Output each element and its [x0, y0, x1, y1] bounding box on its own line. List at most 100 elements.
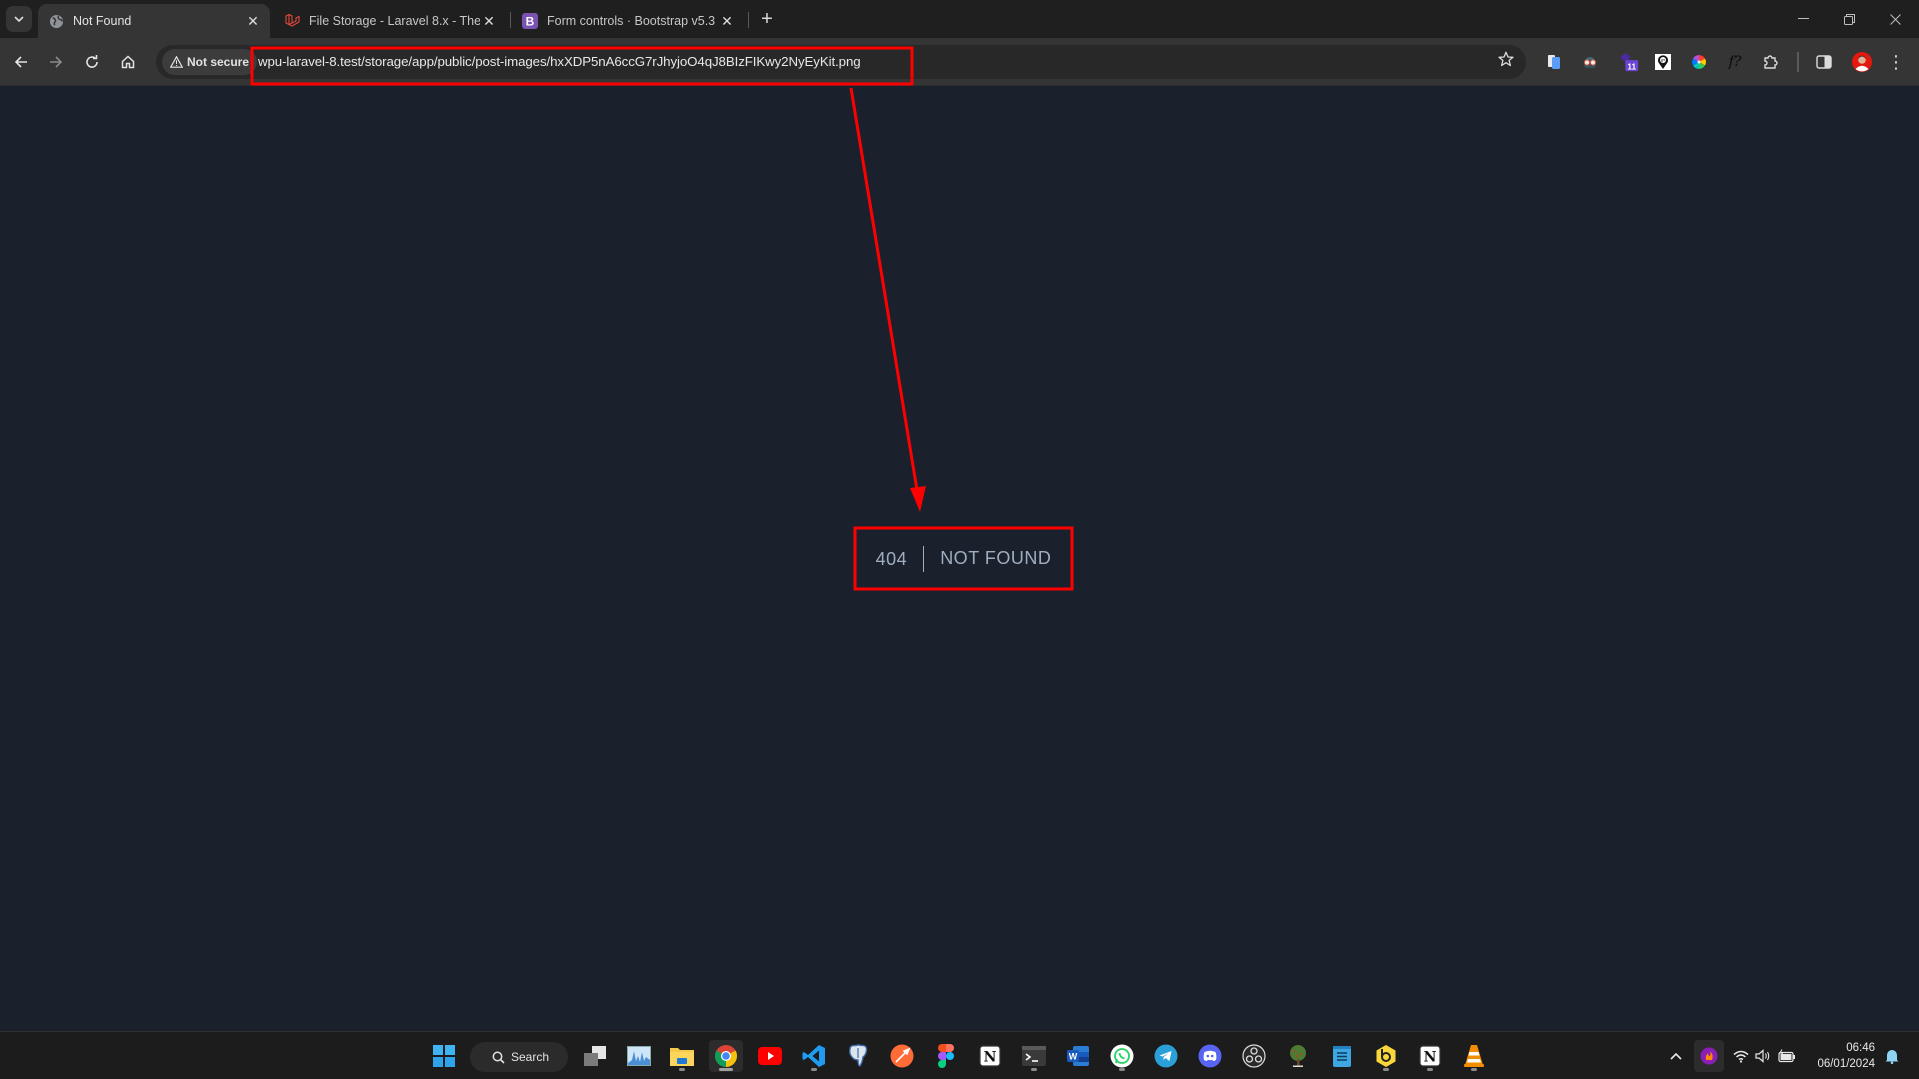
address-bar[interactable]: Not secure wpu-laravel-8.test/storage/ap…: [156, 45, 1526, 79]
volume-status[interactable]: [1752, 1040, 1774, 1072]
vlc-icon: [1464, 1045, 1484, 1067]
reload-button[interactable]: [80, 50, 104, 74]
font-finder-extension-icon[interactable]: f?: [1724, 51, 1746, 73]
security-chip[interactable]: Not secure: [162, 49, 258, 75]
arrow-right-icon: [50, 56, 63, 68]
tab-title: File Storage - Laravel 8.x - The P: [309, 14, 480, 28]
tray-app-icon[interactable]: [1694, 1040, 1724, 1072]
svg-text:N: N: [1424, 1050, 1437, 1066]
taskbar-search[interactable]: Search: [470, 1042, 568, 1072]
taskbar-app-vlc[interactable]: [1457, 1040, 1491, 1072]
profile-avatar[interactable]: [1851, 51, 1873, 73]
tab-title: Form controls · Bootstrap v5.3: [547, 14, 716, 28]
tree-icon: [1290, 1045, 1306, 1067]
restore-button[interactable]: [1826, 0, 1872, 38]
tab-laravel-file-storage[interactable]: File Storage - Laravel 8.x - The P ✕: [274, 4, 506, 38]
taskbar-app-chrome[interactable]: [709, 1040, 743, 1072]
tab-close-button[interactable]: ✕: [244, 12, 262, 30]
color-picker-extension-icon[interactable]: [1688, 51, 1710, 73]
home-icon: [121, 55, 135, 69]
tab-not-found[interactable]: Not Found ✕: [38, 4, 270, 38]
whatsapp-icon: [1110, 1044, 1134, 1068]
side-panel-button[interactable]: [1813, 51, 1835, 73]
bookmark-star-icon[interactable]: [1498, 51, 1514, 72]
postgresql-icon: [849, 1044, 868, 1067]
taskbar-app-notepad[interactable]: [1325, 1040, 1359, 1072]
home-button[interactable]: [116, 50, 140, 74]
battery-charging-icon: [1778, 1049, 1795, 1063]
running-indicator: [1119, 1068, 1125, 1071]
taskbar-app-word[interactable]: W: [1061, 1040, 1095, 1072]
google-docs-extension-icon[interactable]: [1543, 51, 1565, 73]
minimize-button[interactable]: [1780, 0, 1826, 38]
arrow-left-icon: [14, 56, 27, 68]
taskbar-app-notion[interactable]: N: [973, 1040, 1007, 1072]
bootstrap-icon: B: [522, 13, 538, 29]
extensions-puzzle-icon[interactable]: [1760, 51, 1782, 73]
running-indicator: [679, 1068, 685, 1071]
discord-icon: [1198, 1044, 1222, 1068]
taskbar-app-tree[interactable]: [1281, 1040, 1315, 1072]
folder-icon: [670, 1048, 694, 1066]
taskbar-app-whatsapp[interactable]: [1105, 1040, 1139, 1072]
browser-menu-button[interactable]: ⋮: [1885, 51, 1907, 73]
taskbar-app-file-explorer[interactable]: [665, 1040, 699, 1072]
wifi-status[interactable]: [1730, 1040, 1752, 1072]
taskbar-app-telegram[interactable]: [1149, 1040, 1183, 1072]
taskbar-app-figma[interactable]: [929, 1040, 963, 1072]
resource-monitor-icon: [627, 1046, 651, 1066]
back-button[interactable]: [9, 50, 33, 74]
tab-close-button[interactable]: ✕: [718, 12, 736, 30]
word-icon: W: [1067, 1046, 1089, 1066]
notifications-button[interactable]: [1881, 1040, 1903, 1072]
taskbar-app-notion-2[interactable]: N: [1413, 1040, 1447, 1072]
close-window-button[interactable]: [1872, 0, 1918, 38]
battery-status[interactable]: [1776, 1040, 1798, 1072]
glasses-extension-icon[interactable]: [1579, 51, 1601, 73]
taskbar-app-resource-monitor[interactable]: [622, 1040, 656, 1072]
svg-text:B: B: [526, 15, 535, 29]
flame-app-icon: [1700, 1047, 1718, 1065]
laravel-icon: [284, 13, 300, 29]
clock-time: 06:46: [1846, 1042, 1875, 1054]
taskbar-app-beekeeper[interactable]: [1369, 1040, 1403, 1072]
taskbar-app-postgresql[interactable]: [841, 1040, 875, 1072]
forward-button[interactable]: [44, 50, 68, 74]
taskbar-app-discord[interactable]: [1193, 1040, 1227, 1072]
notepad-icon: [1333, 1046, 1351, 1067]
show-hidden-icons-button[interactable]: [1664, 1040, 1688, 1072]
warning-icon: [170, 56, 183, 68]
speaker-icon: [1755, 1049, 1770, 1063]
chrome-icon: [715, 1045, 737, 1067]
url-text[interactable]: wpu-laravel-8.test/storage/app/public/po…: [258, 54, 861, 69]
tab-separator: [748, 12, 749, 28]
taskbar-app-postman[interactable]: [885, 1040, 919, 1072]
security-chip-label: Not secure: [187, 55, 250, 69]
figma-icon: [938, 1044, 954, 1068]
tab-bootstrap-form-controls[interactable]: B Form controls · Bootstrap v5.3 ✕: [512, 4, 744, 38]
new-tab-button[interactable]: +: [756, 8, 778, 30]
taskbar-app-obs[interactable]: [1237, 1040, 1271, 1072]
start-button[interactable]: [427, 1040, 461, 1072]
running-indicator: [1427, 1068, 1433, 1071]
obs-icon: [1242, 1044, 1266, 1068]
tab-close-button[interactable]: ✕: [480, 12, 498, 30]
globe-icon: [48, 13, 64, 29]
restore-icon: [1843, 13, 1855, 25]
more-vert-icon: ⋮: [1887, 51, 1905, 72]
search-icon: [492, 1051, 505, 1064]
running-indicator: [1383, 1068, 1389, 1071]
system-clock[interactable]: 06:46 06/01/2024: [1817, 1040, 1875, 1072]
taskbar-app-youtube[interactable]: [753, 1040, 787, 1072]
taskbar-app-vscode[interactable]: [797, 1040, 831, 1072]
minimize-icon: [1797, 18, 1809, 19]
browser-toolbar: Not secure wpu-laravel-8.test/storage/ap…: [0, 38, 1919, 86]
youtube-icon: [758, 1047, 782, 1065]
clock-date: 06/01/2024: [1817, 1058, 1875, 1070]
windows-logo-icon: [433, 1045, 455, 1067]
taskbar-app-terminal[interactable]: [1017, 1040, 1051, 1072]
tab-search-button[interactable]: [6, 6, 32, 32]
stack-extension-icon[interactable]: 11: [1618, 51, 1640, 73]
ip-extension-icon[interactable]: IP: [1652, 51, 1674, 73]
taskbar-app-task-view[interactable]: [578, 1040, 612, 1072]
